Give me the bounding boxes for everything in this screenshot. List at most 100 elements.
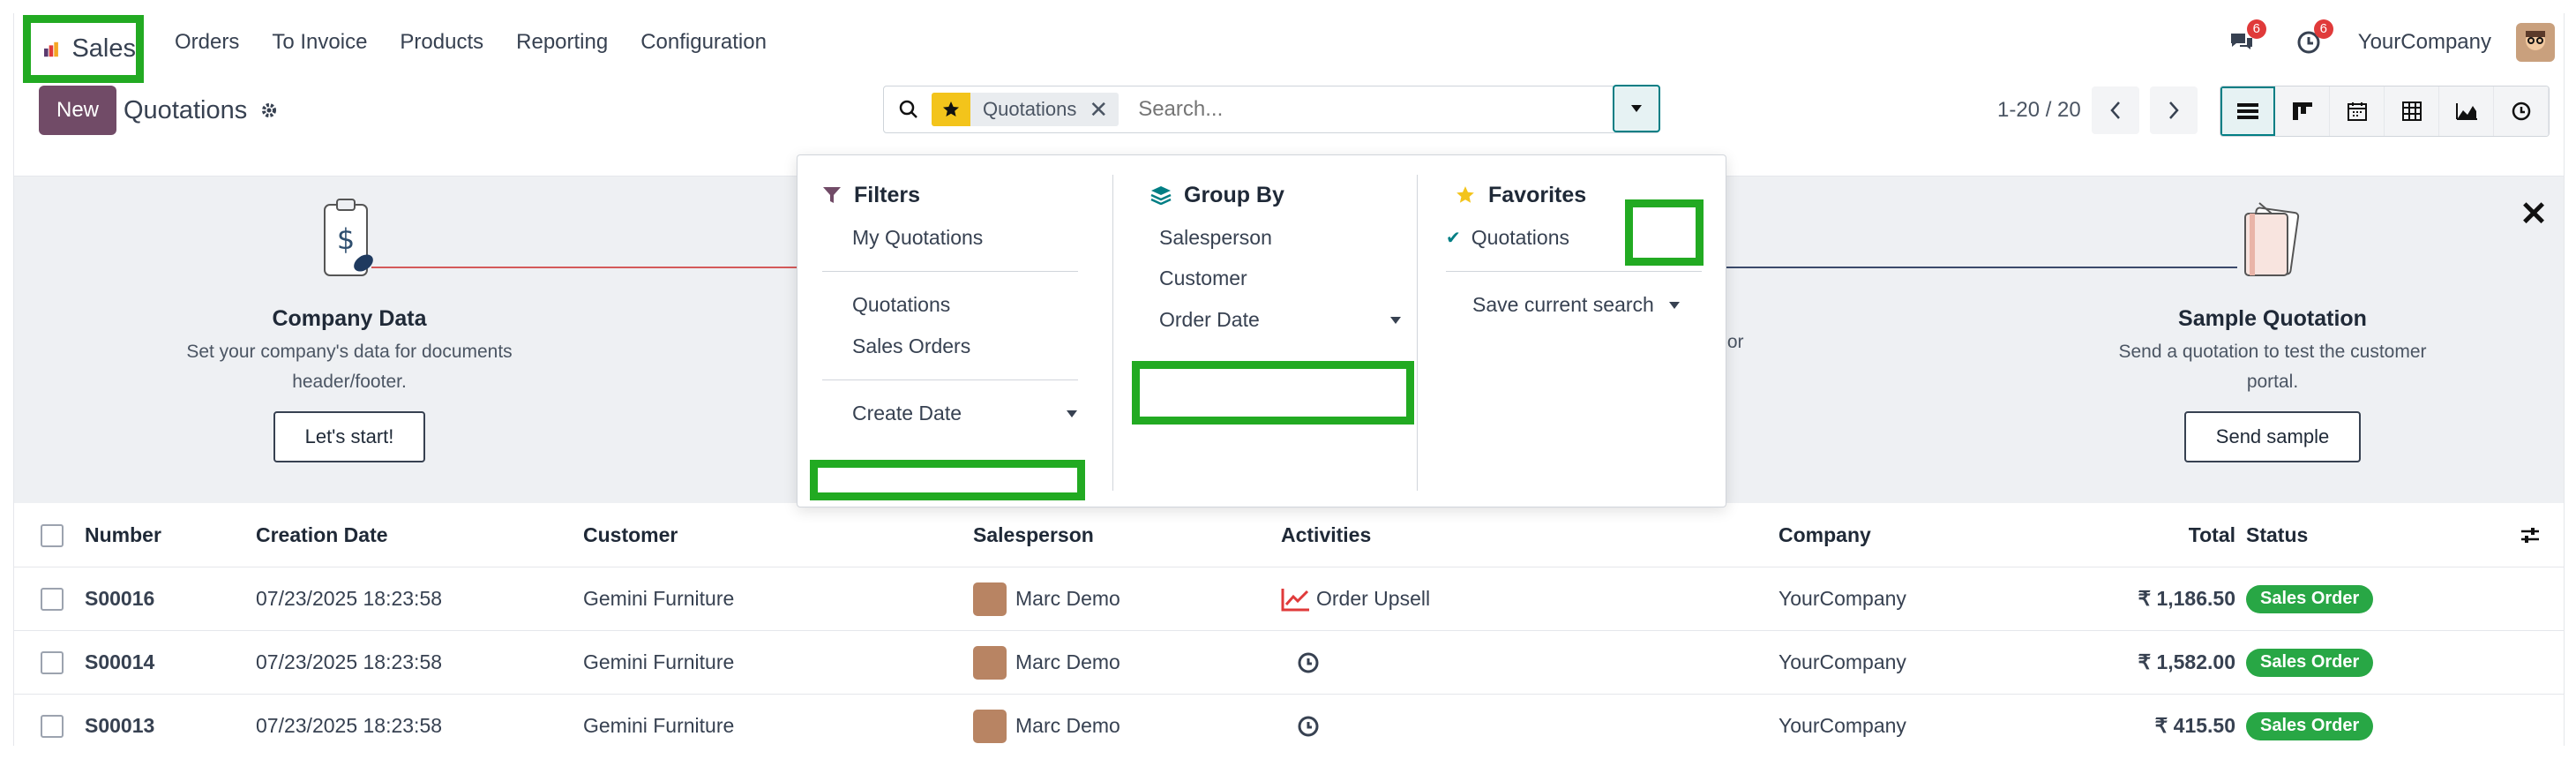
menu-to-invoice[interactable]: To Invoice: [272, 30, 367, 55]
user-avatar[interactable]: [2516, 22, 2555, 62]
app-brand[interactable]: Sales: [23, 15, 144, 83]
pager-next[interactable]: [2149, 86, 2198, 134]
table-icon: [2401, 101, 2422, 121]
header-number[interactable]: Number: [85, 504, 161, 567]
cell-status: Sales Order: [2246, 695, 2374, 746]
filter-icon: [823, 187, 841, 203]
cell-activity[interactable]: Order Upsell: [1281, 567, 1430, 630]
cell-total: ₹ 1,186.50: [2138, 587, 2235, 610]
sales-app-icon: [44, 41, 58, 56]
divider: [822, 271, 1078, 272]
company-switcher[interactable]: YourCompany: [2358, 30, 2491, 55]
table-row[interactable]: S00016 07/23/2025 18:23:58 Gemini Furnit…: [14, 567, 2564, 631]
header-company[interactable]: Company: [1778, 504, 1871, 567]
row-checkbox[interactable]: [41, 567, 64, 630]
star-icon: [1456, 186, 1474, 203]
groupby-heading-label: Group By: [1184, 182, 1284, 207]
column-divider: [1417, 175, 1418, 491]
header-customer[interactable]: Customer: [583, 504, 678, 567]
header-creation-date[interactable]: Creation Date: [256, 504, 388, 567]
filter-sales-orders[interactable]: Sales Orders: [822, 326, 1078, 367]
avatar: [973, 582, 1007, 616]
cell-company: YourCompany: [1778, 587, 1906, 610]
header-salesperson[interactable]: Salesperson: [973, 504, 1094, 567]
cell-date: 07/23/2025 18:23:58: [256, 587, 443, 610]
header-total[interactable]: Total: [2096, 504, 2235, 567]
pager-value[interactable]: 1-20 / 20: [1997, 98, 2081, 123]
highlight-box-favorites: [1625, 199, 1704, 266]
caret-down-icon: [1390, 316, 1401, 324]
cell-total: ₹ 415.50: [2154, 714, 2235, 737]
select-all-checkbox[interactable]: [41, 504, 64, 567]
activity-view-button[interactable]: [2494, 86, 2549, 136]
chevron-right-icon: [2168, 101, 2179, 119]
cell-date: 07/23/2025 18:23:58: [256, 714, 443, 737]
cell-customer: Gemini Furniture: [583, 587, 735, 610]
cell-number: S00016: [85, 587, 155, 610]
cell-company: YourCompany: [1778, 714, 1906, 737]
app-name: Sales: [71, 34, 136, 63]
row-checkbox[interactable]: [41, 631, 64, 694]
filter-my-quotations[interactable]: My Quotations: [822, 217, 1078, 259]
step-title: Sample Quotation: [2178, 306, 2367, 331]
groupby-customer[interactable]: Customer: [1150, 258, 1402, 299]
kanban-view-button[interactable]: [2275, 86, 2330, 136]
messages-button[interactable]: 6: [2224, 19, 2266, 60]
document-stack-icon: [2244, 202, 2300, 276]
filter-create-date[interactable]: Create Date: [822, 393, 1078, 434]
clock-icon: [1298, 716, 1319, 736]
calendar-icon: [2347, 102, 2367, 121]
clock-icon: [1298, 652, 1319, 673]
close-icon[interactable]: ✕: [2520, 194, 2548, 234]
optional-columns-toggle[interactable]: [2520, 504, 2541, 567]
calendar-view-button[interactable]: [2330, 86, 2385, 136]
check-icon: ✔: [1446, 229, 1461, 248]
menu-reporting[interactable]: Reporting: [516, 30, 608, 55]
clock-icon: [2512, 101, 2530, 121]
status-badge: Sales Order: [2246, 711, 2374, 740]
caret-down-icon: [1067, 410, 1077, 417]
lets-start-button[interactable]: Let's start!: [273, 411, 426, 462]
main-menu: Orders To Invoice Products Reporting Con…: [175, 13, 799, 71]
step-description-line2: portal.: [2246, 372, 2299, 392]
header-activities[interactable]: Activities: [1281, 504, 1371, 567]
pager: 1-20 / 20: [1997, 86, 2198, 135]
cell-number: S00013: [85, 714, 155, 737]
send-sample-button[interactable]: Send sample: [2183, 411, 2362, 462]
filter-quotations[interactable]: Quotations: [822, 284, 1078, 326]
menu-configuration[interactable]: Configuration: [640, 30, 767, 55]
search-bar: Quotations ✕: [883, 85, 1660, 133]
layers-icon: [1150, 186, 1172, 205]
menu-products[interactable]: Products: [400, 30, 483, 55]
list-icon: [2237, 103, 2258, 119]
pager-previous[interactable]: [2091, 86, 2139, 134]
table-row[interactable]: S00013 07/23/2025 18:23:58 Gemini Furnit…: [14, 695, 2564, 746]
graph-view-button[interactable]: [2439, 86, 2494, 136]
groupby-salesperson[interactable]: Salesperson: [1150, 217, 1402, 259]
chevron-left-icon: [2110, 101, 2120, 119]
gear-icon[interactable]: [259, 101, 279, 120]
activities-button[interactable]: 6: [2291, 19, 2333, 60]
search-options-toggle[interactable]: [1613, 85, 1660, 132]
cell-activity[interactable]: [1297, 631, 1320, 694]
menu-orders[interactable]: Orders: [175, 30, 239, 55]
cell-salesperson: Marc Demo: [973, 567, 1120, 630]
table-row[interactable]: S00014 07/23/2025 18:23:58 Gemini Furnit…: [14, 631, 2564, 695]
avatar: [973, 709, 1007, 743]
groupby-order-date[interactable]: Order Date: [1150, 299, 1402, 341]
step-title: Company Data: [272, 306, 427, 331]
activity-label: Order Upsell: [1316, 587, 1431, 610]
cell-activity[interactable]: [1297, 695, 1320, 746]
column-divider: [1112, 175, 1113, 491]
list-view-button[interactable]: [2220, 86, 2275, 136]
pivot-view-button[interactable]: [2385, 86, 2439, 136]
top-navbar: Sales Orders To Invoice Products Reporti…: [14, 13, 2564, 83]
new-button[interactable]: New: [39, 86, 116, 135]
row-checkbox[interactable]: [41, 695, 64, 746]
save-current-search[interactable]: Save current search: [1446, 284, 1702, 326]
search-input[interactable]: [1136, 96, 1635, 123]
header-status[interactable]: Status: [2246, 504, 2308, 567]
remove-facet-icon[interactable]: ✕: [1089, 96, 1119, 124]
groupby-column: Group By Salesperson Customer Order Date: [1150, 173, 1402, 341]
breadcrumb: Quotations: [124, 86, 279, 135]
